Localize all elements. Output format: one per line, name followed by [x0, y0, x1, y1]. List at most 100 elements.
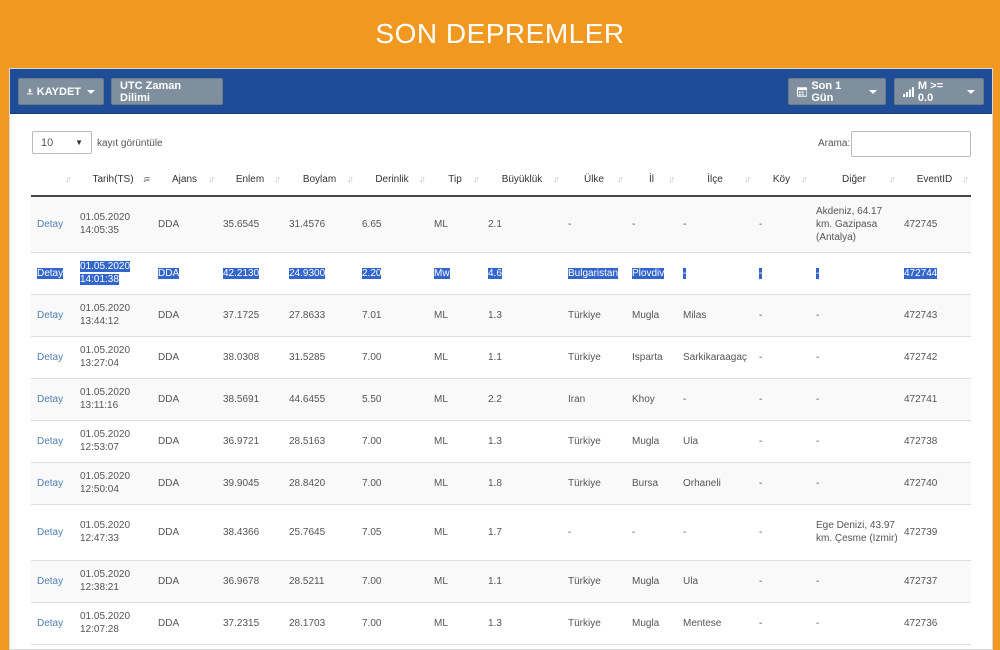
cell-event-value: 472741 [904, 393, 938, 405]
detail-link[interactable]: Detay [37, 394, 63, 405]
cell-country: Türkiye [562, 462, 626, 505]
column-header[interactable]: Ajans ↓↑ [152, 163, 217, 197]
cell-mag-value: 2.2 [488, 393, 502, 405]
cell-agency-value: DDA [158, 575, 180, 587]
column-header[interactable]: Tip ↓↑ [428, 163, 482, 197]
cell-mag-value: 1.1 [488, 351, 502, 363]
save-button[interactable]: KAYDET [18, 78, 104, 105]
cell-date: 01.05.2020 12:07:28 [74, 602, 152, 645]
sort-icon: ↓↑ [274, 174, 281, 184]
detail-link[interactable]: Detay [37, 478, 63, 489]
column-header[interactable]: Diğer ↓↑ [810, 163, 898, 197]
column-header[interactable]: Ülke ↓↑ [562, 163, 626, 197]
column-header[interactable]: Enlem ↓↑ [217, 163, 283, 197]
cell-type: ML [428, 336, 482, 379]
cell-event-value: 472742 [904, 351, 938, 363]
detail-link[interactable]: Detay [37, 310, 63, 321]
column-header[interactable]: Tarih(TS) ↓≡ [74, 163, 152, 197]
column-header[interactable]: EventID ↓↑ [898, 163, 971, 197]
column-header[interactable]: Köy ↓↑ [753, 163, 810, 197]
table-row[interactable]: Detay 01.05.2020 13:11:16 DDA 38.5691 44.6455… [31, 378, 971, 421]
cell-province: Isparta [626, 336, 677, 379]
cell-depth: 5.50 [356, 378, 428, 421]
cell-district-value: Milas [683, 309, 707, 321]
cell-other: - [810, 462, 898, 505]
cell-lon-value: 31.5285 [289, 351, 326, 363]
table-row[interactable]: Detay 01.05.2020 13:44:12 DDA 37.1725 27.8633… [31, 294, 971, 337]
cell-depth: 7.00 [356, 560, 428, 603]
cell-lat-value: 39.9045 [223, 477, 260, 489]
sort-icon: ↓↑ [65, 174, 72, 184]
detail-link[interactable]: Detay [37, 267, 64, 279]
cell-other: - [810, 560, 898, 603]
cell-province-value: Mugla [632, 309, 660, 321]
cell-depth: 7.00 [356, 462, 428, 505]
table-row[interactable]: Detay 01.05.2020 14:05:35 DDA 35.6545 31.4576… [31, 196, 971, 253]
column-header[interactable]: ↓↑ [31, 163, 74, 197]
table-row[interactable]: Detay 01.05.2020 14:01:38 DDA 42.2130 24.9300… [31, 252, 971, 295]
cell-type-value: ML [434, 309, 448, 321]
cell-other: - [810, 336, 898, 379]
detail-link[interactable]: Detay [37, 527, 63, 538]
magnitude-dropdown[interactable]: M >= 0.0 [894, 78, 984, 105]
table-row[interactable]: Detay 01.05.2020 12:50:04 DDA 39.9045 28.8420… [31, 462, 971, 505]
column-header[interactable]: İl ↓↑ [626, 163, 677, 197]
cell-district-value: Sarkikaraagaç [683, 351, 747, 363]
cell-depth-value: 7.00 [362, 477, 382, 489]
cell-depth-value: 6.65 [362, 218, 382, 230]
column-header[interactable]: Boylam ↓↑ [283, 163, 356, 197]
cell-depth-value: 7.00 [362, 351, 382, 363]
cell-lat-value: 37.1725 [223, 309, 260, 321]
cell-type: ML [428, 504, 482, 561]
cell-mag-value: 1.3 [488, 309, 502, 321]
column-header[interactable]: Büyüklük ↓↑ [482, 163, 562, 197]
detail-link[interactable]: Detay [37, 219, 63, 230]
period-dropdown[interactable]: Son 1 Gün [788, 78, 886, 105]
cell-mag-value: 1.3 [488, 617, 502, 629]
cell-lat: 39.9045 [217, 462, 283, 505]
sort-icon: ↓↑ [889, 174, 896, 184]
table-row[interactable]: Detay 01.05.2020 12:47:33 DDA 38.4366 25.7645… [31, 504, 971, 561]
cell-mag-value: 1.8 [488, 477, 502, 489]
page-length-label: kayıt görüntüle [97, 138, 163, 149]
cell-country: Türkiye [562, 602, 626, 645]
cell-mag-value: 1.3 [488, 435, 502, 447]
table-row[interactable]: Detay 01.05.2020 12:53:07 DDA 36.9721 28.5163… [31, 420, 971, 463]
cell-date-value: 01.05.2020 [80, 345, 131, 356]
cell-date-value: 01.05.2020 [80, 520, 131, 531]
cell-lon: 25.7645 [283, 504, 356, 561]
cell-event: 472743 [898, 294, 971, 337]
column-header[interactable]: Derinlik ↓↑ [356, 163, 428, 197]
column-header-label: Ajans [171, 173, 197, 185]
cell-province: Mugla [626, 294, 677, 337]
cell-village: - [753, 336, 810, 379]
cell-country-value: - [568, 218, 572, 230]
cell-time-value: 13:44:12 [80, 316, 119, 327]
cell-district: Ula [677, 420, 753, 463]
detail-link[interactable]: Detay [37, 618, 63, 629]
cell-time-value: 12:50:04 [80, 484, 119, 495]
cell-province-value: Mugla [632, 575, 660, 587]
detail-link[interactable]: Detay [37, 576, 63, 587]
utc-timezone-button[interactable]: UTC Zaman Dilimi [111, 78, 223, 105]
cell-lon: 28.8420 [283, 462, 356, 505]
detail-link[interactable]: Detay [37, 352, 63, 363]
cell-agency: DDA [152, 420, 217, 463]
cell-district: Mentese [677, 602, 753, 645]
column-header[interactable]: İlçe ↓↑ [677, 163, 753, 197]
page-length-select[interactable]: 10 ▼ [32, 131, 92, 154]
cell-country: Bulgaristan [562, 252, 626, 295]
search-input[interactable] [851, 131, 971, 157]
table-row[interactable]: Detay 01.05.2020 12:38:21 DDA 36.9678 28.5211… [31, 560, 971, 603]
cell-district-value: Orhaneli [683, 477, 721, 489]
table-row[interactable]: Detay 01.05.2020 13:27:04 DDA 38.0308 31.5285… [31, 336, 971, 379]
cell-depth: 6.65 [356, 196, 428, 253]
table-row[interactable]: Detay 01.05.2020 12:07:28 DDA 37.2315 28.1703… [31, 602, 971, 645]
cell-event-value: 472743 [904, 309, 938, 321]
cell-lon: 28.5211 [283, 560, 356, 603]
cell-type-value: ML [434, 351, 448, 363]
cell-village: - [753, 378, 810, 421]
detail-link[interactable]: Detay [37, 436, 63, 447]
cell-district: Sarkikaraagaç [677, 336, 753, 379]
cell-date-value: 01.05.2020 [80, 212, 131, 224]
